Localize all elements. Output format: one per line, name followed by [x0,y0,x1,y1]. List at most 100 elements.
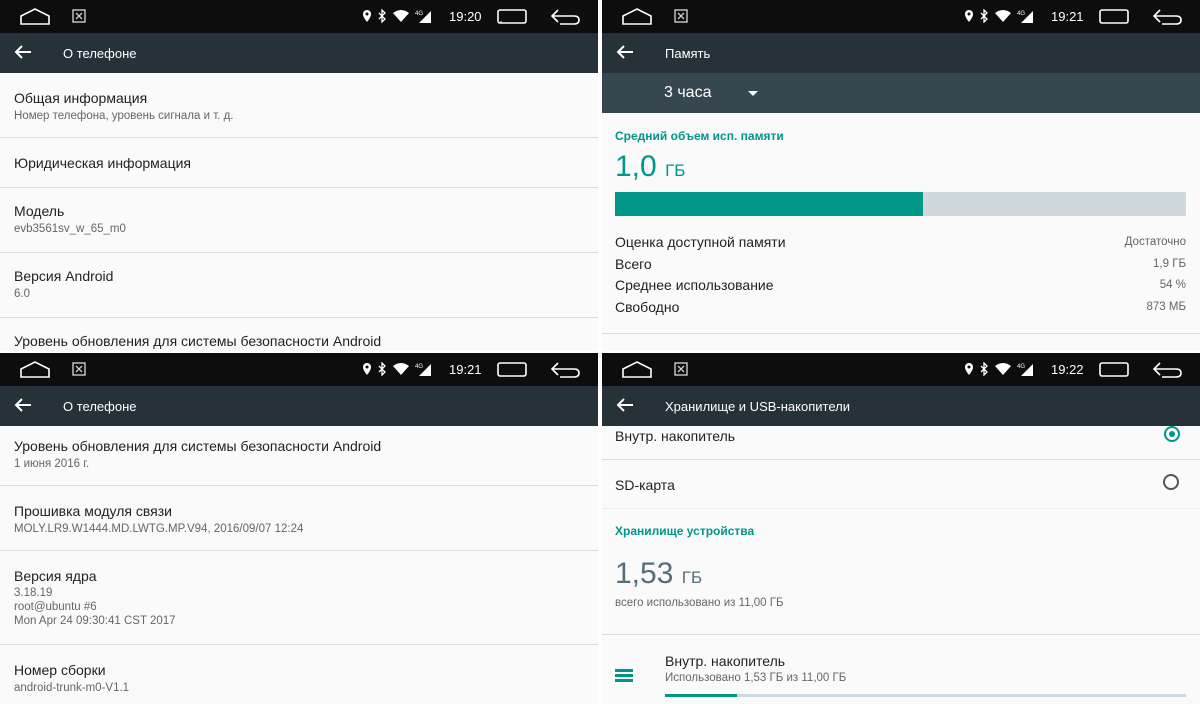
home-icon[interactable] [20,8,50,25]
list-item-model[interactable]: Модель evb3561sv_w_65_m0 [0,188,598,253]
option-label: SD-карта [615,477,675,493]
screenshot-icon [674,9,688,23]
home-icon[interactable] [20,361,50,378]
item-subtitle: MOLY.LR9.W1444.MD.LWTG.MP.V94, 2016/09/0… [14,523,304,535]
back-nav-icon[interactable] [1152,8,1182,25]
bluetooth-icon [378,9,386,23]
page-title: О телефоне [63,399,137,414]
app-bar: О телефоне [0,386,598,426]
back-arrow-icon[interactable] [616,397,634,413]
stat-row: Всего 1,9 ГБ [615,255,1186,272]
time-range-dropdown[interactable]: 3 часа [602,73,1200,113]
back-arrow-icon[interactable] [14,44,32,60]
svg-text:4G: 4G [415,364,423,370]
home-icon[interactable] [622,8,652,25]
divider [602,333,1200,334]
back-nav-icon[interactable] [550,8,580,25]
clock: 19:21 [449,362,482,377]
list-item-baseband[interactable]: Прошивка модуля связи MOLY.LR9.W1444.MD.… [0,486,598,551]
item-subtitle: 1 июня 2016 г. [14,458,90,470]
item-subtitle: 6.0 [14,288,30,300]
item-title: Прошивка модуля связи [14,503,172,519]
item-title: Номер сборки [14,662,106,678]
back-arrow-icon[interactable] [14,397,32,413]
item-subtitle: Mon Apr 24 09:30:41 CST 2017 [14,615,176,627]
list-item-security-patch[interactable]: Уровень обновления для системы безопасно… [0,318,598,351]
list-item-legal-info[interactable]: Юридическая информация [0,138,598,188]
recent-apps-icon[interactable] [497,362,527,377]
status-bar: 4G 19:21 [602,0,1200,33]
device-storage-summary: Хранилище устройства 1,53 ГБ всего испол… [602,509,1200,635]
recent-apps-icon[interactable] [497,9,527,24]
app-bar: Память [602,33,1200,73]
caret-down-icon [748,91,758,96]
amount-unit: ГБ [665,161,686,180]
location-icon [363,10,371,22]
status-bar: 4G 19:22 [602,353,1200,386]
panel-memory: 4G 19:21 Память 3 часа Средний объем исп… [602,0,1200,351]
item-title: Юридическая информация [14,155,191,171]
radio-unselected[interactable] [1163,474,1179,490]
page-title: О телефоне [63,46,137,61]
storage-option-sd[interactable]: SD-карта [602,460,1200,509]
status-bar: 4G 19:20 [0,0,598,33]
clock: 19:22 [1051,362,1084,377]
svg-text:4G: 4G [1017,364,1025,370]
stat-row: Оценка доступной памяти Достаточно [615,233,1186,250]
item-subtitle: evb3561sv_w_65_m0 [14,223,126,235]
location-icon [363,363,371,375]
section-heading: Хранилище устройства [615,524,755,538]
volume-title: Внутр. накопитель [665,653,786,669]
recent-apps-icon[interactable] [1099,9,1129,24]
back-arrow-icon[interactable] [616,44,634,60]
app-bar: Хранилище и USB-накопители [602,386,1200,426]
location-icon [965,10,973,22]
item-subtitle: root@ubuntu #6 [14,601,97,613]
volume-usage-fill [665,694,738,697]
wifi-icon [995,9,1011,22]
svg-text:4G: 4G [1017,11,1025,17]
volume-usage-bar [665,694,1186,697]
item-title: Уровень обновления для системы безопасно… [14,438,382,454]
storage-option-internal[interactable]: Внутр. накопитель [602,426,1200,460]
radio-selected[interactable] [1164,426,1180,442]
back-nav-icon[interactable] [1152,361,1182,378]
amount-subtitle: всего использовано из 11,00 ГБ [615,597,784,609]
item-subtitle: 3.18.19 [14,587,53,599]
amount-unit: ГБ [681,568,703,587]
memory-content: Средний объем исп. памяти 1,0 ГБ Оценка … [602,113,1200,318]
panel-about-phone-2: 4G 19:21 О телефоне Уровень обновления д… [0,353,598,704]
list-item-general-info[interactable]: Общая информация Номер телефона, уровень… [0,73,598,138]
amount-value: 1,53 [615,557,674,590]
app-bar: О телефоне [0,33,598,73]
bluetooth-icon [980,362,988,376]
recent-apps-icon[interactable] [1099,362,1129,377]
signal-icon: 4G [415,10,431,23]
clock: 19:21 [1051,9,1084,24]
stat-row: Свободно 873 МБ [615,298,1186,315]
dropdown-value: 3 часа [664,84,712,101]
home-icon[interactable] [622,361,652,378]
item-title: Уровень обновления для системы безопасно… [14,333,382,349]
memory-usage-bar [615,192,1186,216]
list-item-kernel-version[interactable]: Версия ядра 3.18.19 root@ubuntu #6 Mon A… [0,551,598,645]
page-title: Память [665,46,711,61]
panel-storage: 4G 19:22 Хранилище и USB-накопители Внут… [602,353,1200,704]
back-nav-icon[interactable] [550,361,580,378]
section-heading: Средний объем исп. памяти [615,129,784,143]
screenshot-icon [72,362,86,376]
clock: 19:20 [449,9,482,24]
list-item-security-patch[interactable]: Уровень обновления для системы безопасно… [0,426,598,486]
storage-amount: 1,53 ГБ [615,557,1187,591]
svg-text:4G: 4G [415,11,423,17]
storage-volume-internal[interactable]: Внутр. накопитель Использовано 1,53 ГБ и… [602,635,1200,704]
list-item-build-number[interactable]: Номер сборки android-trunk-m0-V1.1 [0,645,598,704]
signal-icon: 4G [415,363,431,376]
list-item-android-version[interactable]: Версия Android 6.0 [0,253,598,318]
bluetooth-icon [378,362,386,376]
screenshot-icon [72,9,86,23]
amount-value: 1,0 [615,150,657,183]
item-title: Модель [14,203,65,219]
screenshot-icon [674,362,688,376]
memory-usage-fill [615,192,924,216]
